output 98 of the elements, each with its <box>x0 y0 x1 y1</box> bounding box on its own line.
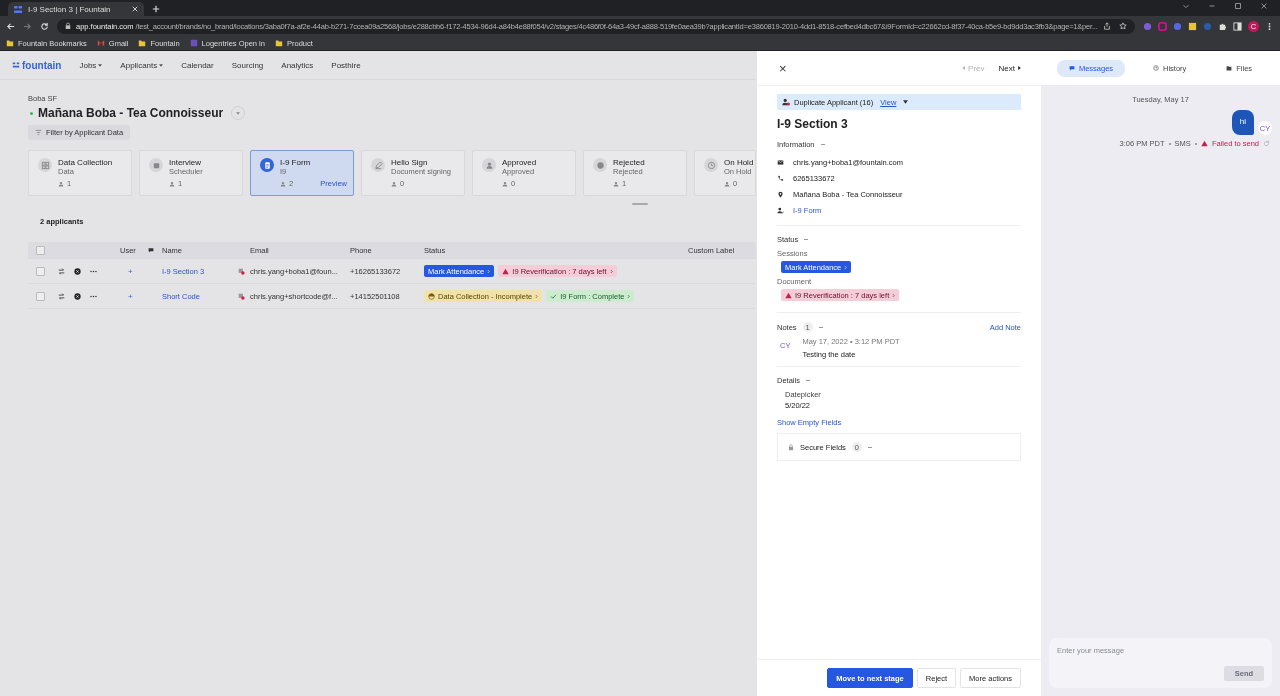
close-button[interactable]: × <box>779 60 787 76</box>
stage-icon <box>149 158 163 172</box>
caret-icon <box>236 111 241 115</box>
chevron-icon <box>627 293 631 299</box>
assign-user-button[interactable]: + <box>120 266 148 276</box>
person-icon <box>502 180 508 187</box>
swap-icon[interactable] <box>58 267 65 275</box>
info-icon <box>777 158 784 166</box>
person-icon <box>724 180 730 187</box>
stage-icon <box>704 158 718 172</box>
next-button[interactable]: Next <box>998 63 1021 73</box>
job-title: Mañana Boba - Tea Connoisseur <box>38 106 224 120</box>
sidebar-icon[interactable] <box>1233 21 1242 31</box>
reject-icon[interactable] <box>74 292 81 300</box>
app-icon <box>189 39 198 47</box>
back-icon[interactable] <box>6 21 15 31</box>
caret-right-icon <box>1018 66 1021 70</box>
person-icon <box>391 180 397 187</box>
message-icon <box>238 292 245 300</box>
stage-name: Data Collection <box>58 158 114 167</box>
checkbox[interactable] <box>36 291 45 301</box>
check-icon <box>550 292 558 300</box>
stage-name: Interview <box>169 158 202 167</box>
browser-tab[interactable]: I-9 Section 3 | Fountain <box>8 2 144 16</box>
folder-icon <box>274 39 283 47</box>
stage-icon <box>38 158 52 172</box>
message-bubble: hi <box>1231 110 1254 135</box>
more-icon[interactable] <box>90 294 97 298</box>
stage-icon <box>260 158 274 172</box>
star-icon[interactable] <box>1119 22 1127 30</box>
caret-left-icon <box>962 66 966 70</box>
caret-icon <box>159 63 164 67</box>
forward-icon[interactable] <box>23 21 32 31</box>
stage-icon <box>593 158 607 172</box>
warning-icon <box>502 267 510 275</box>
share-icon[interactable] <box>1103 22 1111 30</box>
person-icon <box>58 180 64 187</box>
tab-icon <box>1226 65 1233 71</box>
chevron-icon <box>487 268 491 274</box>
stage-name: Rejected <box>613 158 646 167</box>
nav-item[interactable]: Jobs <box>79 60 103 70</box>
reload-icon[interactable] <box>40 21 49 31</box>
more-icon[interactable] <box>90 269 97 273</box>
tab-icon <box>1068 65 1075 71</box>
close-icon[interactable] <box>1260 2 1268 10</box>
message-icon <box>238 267 245 275</box>
assign-user-button[interactable]: + <box>120 291 148 301</box>
info-icon <box>777 206 784 214</box>
info-icon <box>777 174 784 182</box>
stage-icon <box>371 158 385 172</box>
address-bar[interactable] <box>57 18 1135 34</box>
caret-icon[interactable] <box>903 100 909 104</box>
filter-icon <box>35 129 42 136</box>
reject-icon[interactable] <box>74 267 81 275</box>
checkbox[interactable] <box>36 245 45 255</box>
lock-icon <box>788 443 794 451</box>
logo-text: fountain <box>22 59 62 71</box>
nav-item[interactable]: Analytics <box>281 60 314 70</box>
nav-item[interactable]: Sourcing <box>231 60 264 70</box>
puzzle-icon[interactable] <box>1218 21 1227 31</box>
logo-icon <box>14 4 23 14</box>
caret-icon <box>98 63 103 67</box>
tab-icon <box>1153 65 1159 71</box>
person-icon <box>613 180 619 187</box>
new-tab-icon[interactable] <box>152 5 160 13</box>
status-dot <box>30 111 33 115</box>
nav-item[interactable]: Applicants <box>120 60 164 70</box>
stage-name: Approved <box>502 158 538 167</box>
minimize-icon[interactable] <box>1208 2 1216 10</box>
lock-icon <box>65 22 71 30</box>
logo-icon <box>12 61 20 69</box>
stage-name: On Hold <box>724 158 755 167</box>
logo[interactable]: fountain <box>12 59 62 71</box>
stage-icon <box>482 158 496 172</box>
person-icon <box>169 180 175 187</box>
applicant-title: I-9 Section 3 <box>777 117 849 131</box>
swap-icon[interactable] <box>58 292 65 300</box>
person-warning-icon <box>782 98 790 106</box>
nav-item[interactable]: Calendar <box>181 60 214 70</box>
nav-item[interactable]: Posthire <box>331 60 361 70</box>
person-icon <box>280 180 286 187</box>
tab-title: I-9 Section 3 | Fountain <box>28 4 112 14</box>
chevron-icon[interactable] <box>1182 2 1190 10</box>
warning-icon <box>785 291 792 299</box>
folder-icon <box>6 39 14 47</box>
mail-icon <box>96 39 105 47</box>
stage-name: I-9 Form <box>280 158 312 167</box>
chevron-icon <box>535 293 539 299</box>
half-circle-icon <box>428 292 435 300</box>
chat-icon <box>148 247 154 253</box>
info-icon <box>777 190 784 198</box>
chevron-icon <box>892 292 896 298</box>
chevron-icon <box>844 264 848 270</box>
checkbox[interactable] <box>36 266 45 276</box>
folder-icon <box>138 39 147 47</box>
restore-icon[interactable] <box>1234 2 1242 10</box>
chevron-icon <box>609 268 613 274</box>
stage-name: Hello Sign <box>391 158 429 167</box>
